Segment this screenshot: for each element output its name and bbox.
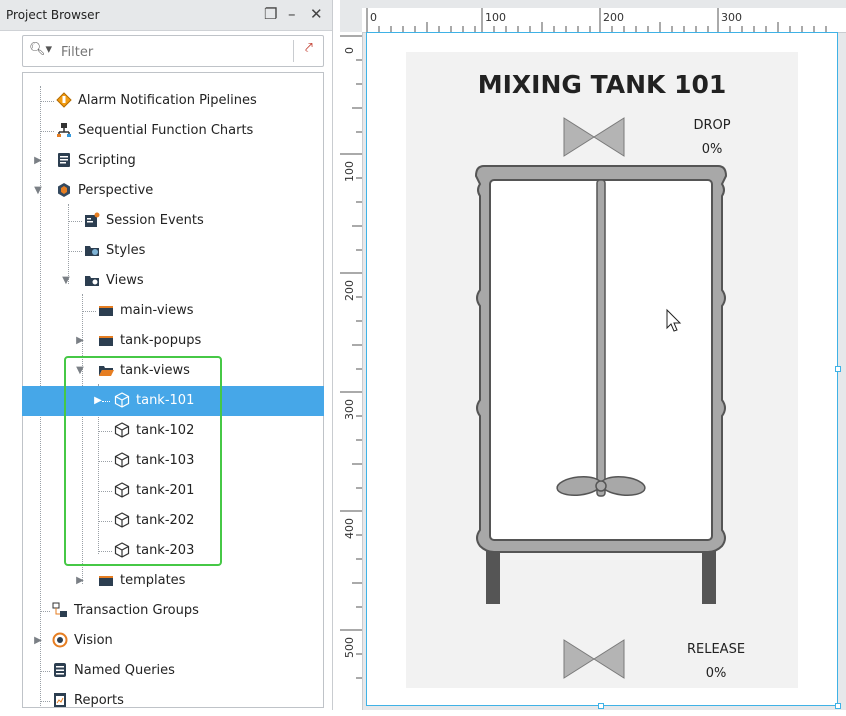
resize-handle[interactable] bbox=[835, 366, 841, 372]
drop-valve[interactable] bbox=[563, 117, 625, 157]
release-valve[interactable] bbox=[563, 639, 625, 679]
tank-graphic bbox=[474, 117, 728, 679]
tank-leg-right bbox=[702, 548, 716, 604]
tank-leg-left bbox=[486, 548, 500, 604]
resize-handle[interactable] bbox=[835, 703, 841, 709]
resize-handle[interactable] bbox=[598, 703, 604, 709]
